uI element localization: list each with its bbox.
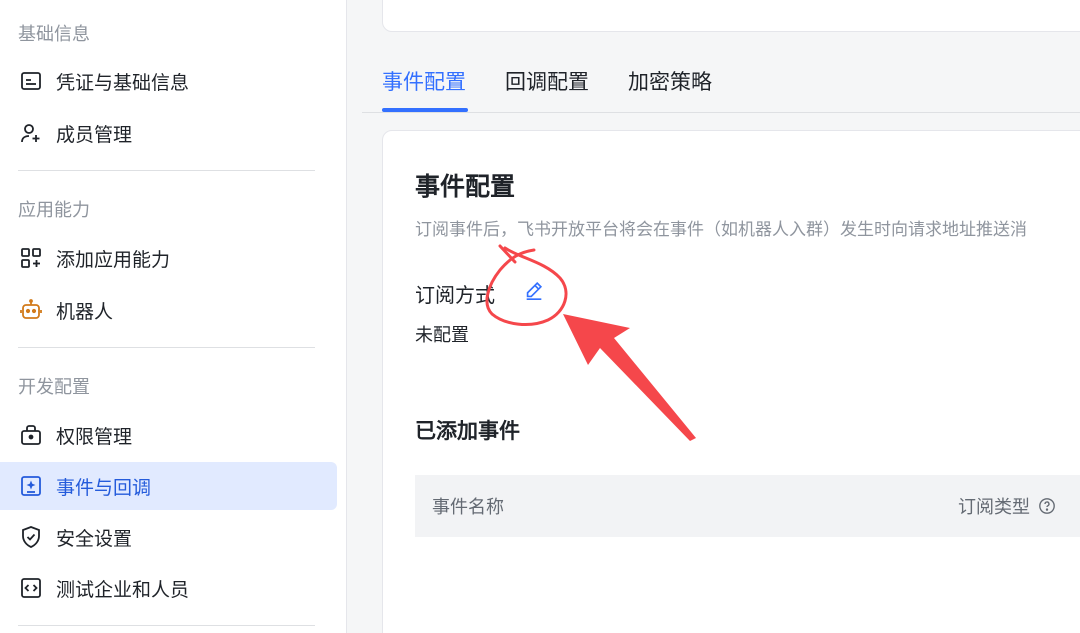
robot-icon bbox=[18, 297, 44, 323]
sidebar-item-security[interactable]: 安全设置 bbox=[0, 513, 337, 561]
tab-bar: 事件配置 回调配置 加密策略 bbox=[362, 50, 1080, 113]
sidebar-item-events-callbacks[interactable]: 事件与回调 bbox=[0, 462, 337, 510]
card-description: 订阅事件后，飞书开放平台将会在事件（如机器人入群）发生时向请求地址推送消 bbox=[415, 220, 1027, 240]
event-callback-icon bbox=[18, 473, 44, 499]
sidebar-divider bbox=[18, 347, 315, 348]
code-doc-icon bbox=[18, 575, 44, 601]
column-header-event-name: 事件名称 bbox=[432, 497, 504, 518]
sidebar-item-credentials[interactable]: 凭证与基础信息 bbox=[0, 57, 337, 105]
tab-callback-config[interactable]: 回调配置 bbox=[505, 66, 589, 113]
section-title-app-abilities: 应用能力 bbox=[18, 200, 90, 221]
active-tab-indicator bbox=[382, 108, 468, 112]
permission-lock-icon bbox=[18, 422, 44, 448]
sidebar-item-label: 成员管理 bbox=[56, 123, 133, 146]
sidebar-item-test-enterprise[interactable]: 测试企业和人员 bbox=[0, 564, 337, 612]
member-add-icon bbox=[18, 120, 44, 146]
app-grid-add-icon bbox=[18, 245, 44, 271]
sidebar-item-permissions[interactable]: 权限管理 bbox=[0, 411, 337, 459]
edit-pencil-icon[interactable] bbox=[523, 279, 545, 301]
sidebar-item-label: 机器人 bbox=[56, 300, 114, 323]
section-title-dev-config: 开发配置 bbox=[18, 377, 90, 398]
sidebar-item-label: 凭证与基础信息 bbox=[56, 71, 190, 94]
top-info-card bbox=[382, 0, 1080, 32]
sidebar-item-members[interactable]: 成员管理 bbox=[0, 109, 337, 157]
sidebar-item-robot[interactable]: 机器人 bbox=[0, 286, 337, 334]
shield-check-icon bbox=[18, 524, 44, 550]
sidebar-item-label: 添加应用能力 bbox=[56, 248, 171, 271]
sidebar-item-label: 权限管理 bbox=[56, 425, 133, 448]
sidebar: 基础信息 凭证与基础信息 成员管理 应用能力 添加应用能力 机器人 开发配置 权… bbox=[0, 0, 347, 633]
sidebar-item-label: 测试企业和人员 bbox=[56, 578, 190, 601]
help-circle-icon[interactable] bbox=[1038, 497, 1056, 515]
events-table-header: 事件名称 订阅类型 bbox=[415, 475, 1080, 537]
sidebar-item-add-ability[interactable]: 添加应用能力 bbox=[0, 234, 337, 282]
column-header-subscription-type: 订阅类型 bbox=[958, 493, 1056, 519]
added-events-title: 已添加事件 bbox=[415, 419, 520, 443]
sidebar-divider bbox=[18, 625, 315, 626]
column-header-label: 订阅类型 bbox=[958, 497, 1030, 518]
subscription-method-label: 订阅方式 bbox=[415, 283, 495, 307]
sidebar-divider bbox=[18, 170, 315, 171]
tab-encryption-policy[interactable]: 加密策略 bbox=[628, 66, 712, 113]
card-title: 事件配置 bbox=[415, 172, 516, 201]
sidebar-item-label: 事件与回调 bbox=[56, 476, 152, 499]
sidebar-item-label: 安全设置 bbox=[56, 527, 133, 550]
event-config-card: 事件配置 订阅事件后，飞书开放平台将会在事件（如机器人入群）发生时向请求地址推送… bbox=[382, 130, 1080, 633]
section-title-basic-info: 基础信息 bbox=[18, 24, 90, 45]
tab-event-config[interactable]: 事件配置 bbox=[382, 66, 466, 113]
subscription-status: 未配置 bbox=[415, 325, 469, 346]
credential-icon bbox=[18, 68, 44, 94]
